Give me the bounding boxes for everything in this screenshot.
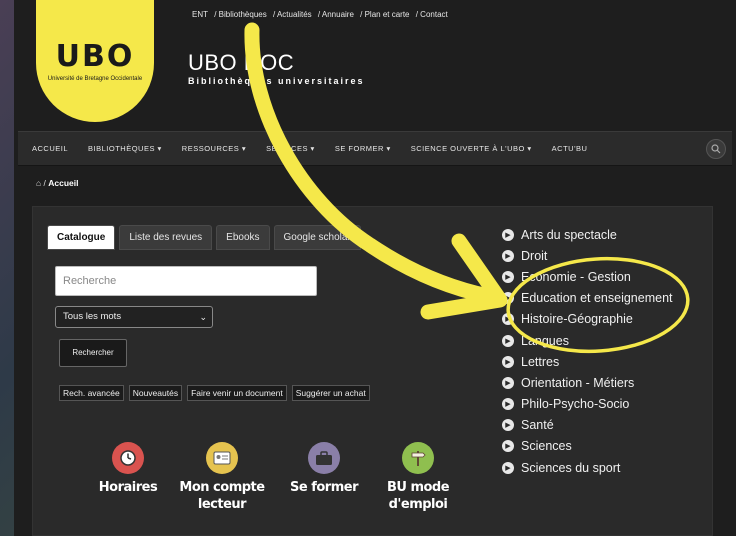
search-tabs: Catalogue Liste des revues Ebooks Google…	[47, 225, 365, 250]
nav-science-ouverte[interactable]: SCIENCE OUVERTE À L'UBO ▾	[411, 144, 532, 153]
home-icon[interactable]: ⌂	[36, 178, 41, 188]
top-link-actualites[interactable]: / Actualités	[273, 10, 312, 19]
top-link-contact[interactable]: / Contact	[416, 10, 448, 19]
clock-icon	[112, 442, 144, 474]
play-icon: ▶	[502, 461, 514, 474]
logo-mark: UBO	[55, 39, 135, 74]
play-icon: ▶	[502, 419, 514, 432]
discipline-label: Histoire-Géographie	[521, 312, 633, 327]
discipline-label: Sciences du sport	[521, 460, 621, 475]
play-icon: ▶	[502, 440, 514, 453]
list-item[interactable]: ▶ Sciences du sport	[502, 457, 673, 478]
nav-se-former[interactable]: SE FORMER ▾	[335, 144, 391, 153]
list-item[interactable]: ▶ Economie - Gestion	[502, 266, 673, 287]
top-link-annuaire[interactable]: / Annuaire	[318, 10, 354, 19]
list-item[interactable]: ▶ Santé	[502, 415, 673, 436]
main-navbar: ACCUEIL BIBLIOTHÈQUES ▾ RESSOURCES ▾ SER…	[18, 131, 732, 166]
discipline-label: Droit	[521, 248, 548, 263]
nav-ressources[interactable]: RESSOURCES ▾	[182, 144, 246, 153]
list-item[interactable]: ▶ Sciences	[502, 436, 673, 457]
service-mode-emploi[interactable]: BU mode d'emploi	[373, 442, 463, 513]
search-mode-value: Tous les mots	[63, 311, 122, 322]
discipline-label: Langues	[521, 333, 569, 348]
service-se-former[interactable]: Se former	[279, 442, 369, 496]
discipline-label: Santé	[521, 418, 554, 433]
search-icon[interactable]	[706, 139, 726, 159]
nav-accueil[interactable]: ACCUEIL	[32, 144, 68, 153]
search-button[interactable]: Rechercher	[59, 339, 127, 367]
tab-google-scholar[interactable]: Google scholar	[273, 225, 361, 250]
nav-bibliotheques[interactable]: BIBLIOTHÈQUES ▾	[88, 144, 162, 153]
top-links: ENT / Bibliothèques / Actualités / Annua…	[192, 10, 452, 19]
breadcrumb: ⌂ / Accueil	[36, 178, 79, 188]
list-item[interactable]: ▶ Droit	[502, 245, 673, 266]
tab-ebooks[interactable]: Ebooks	[216, 225, 270, 250]
chevron-down-icon: ⌄	[199, 312, 207, 322]
nav-actubu[interactable]: ACTU'BU	[552, 144, 588, 153]
breadcrumb-separator: /	[43, 178, 46, 188]
service-label: BU mode d'emploi	[386, 480, 450, 512]
play-icon: ▶	[502, 334, 514, 347]
signpost-icon	[402, 442, 434, 474]
id-card-icon	[206, 442, 238, 474]
top-link-plan[interactable]: / Plan et carte	[360, 10, 409, 19]
play-icon: ▶	[502, 398, 514, 411]
service-compte-lecteur[interactable]: Mon compte lecteur	[177, 442, 267, 513]
discipline-label: Lettres	[521, 354, 560, 369]
list-item[interactable]: ▶ Langues	[502, 330, 673, 351]
list-item[interactable]: ▶ Education et enseignement	[502, 288, 673, 309]
logo-subtitle: Université de Bretagne Occidentale	[47, 76, 143, 82]
top-link-ent[interactable]: ENT	[192, 10, 208, 19]
new-items-button[interactable]: Nouveautés	[128, 385, 183, 401]
search-panel: Catalogue Liste des revues Ebooks Google…	[32, 206, 713, 536]
site-title[interactable]: UBO DOC	[188, 50, 294, 76]
service-label: Se former	[290, 480, 358, 495]
play-icon: ▶	[502, 355, 514, 368]
ubo-logo[interactable]: UBO Université de Bretagne Occidentale	[36, 0, 154, 122]
tab-revues[interactable]: Liste des revues	[119, 225, 213, 250]
breadcrumb-current: Accueil	[48, 178, 79, 188]
list-item[interactable]: ▶ Orientation - Métiers	[502, 372, 673, 393]
play-icon: ▶	[502, 313, 514, 326]
discipline-label: Arts du spectacle	[521, 227, 617, 242]
play-icon: ▶	[502, 228, 514, 241]
quick-links: Rech. avancée Nouveautés Faire venir un …	[59, 385, 375, 401]
service-label: Mon compte lecteur	[179, 480, 265, 512]
service-label: Horaires	[98, 480, 158, 495]
play-icon: ▶	[502, 270, 514, 283]
page: ENT / Bibliothèques / Actualités / Annua…	[14, 0, 736, 536]
play-icon: ▶	[502, 292, 514, 305]
discipline-label: Orientation - Métiers	[521, 375, 635, 390]
nav-services[interactable]: SERVICES ▾	[266, 144, 315, 153]
discipline-label: Philo-Psycho-Socio	[521, 397, 630, 412]
service-horaires[interactable]: Horaires	[83, 442, 173, 496]
discipline-list: ▶ Arts du spectacle ▶ Droit ▶ Economie - Ge…	[502, 224, 673, 478]
advanced-search-button[interactable]: Rech. avancée	[59, 385, 124, 401]
discipline-label: Sciences	[521, 439, 572, 454]
list-item[interactable]: ▶ Arts du spectacle	[502, 224, 673, 245]
discipline-label: Economie - Gestion	[521, 269, 631, 284]
list-item[interactable]: ▶ Philo-Psycho-Socio	[502, 394, 673, 415]
briefcase-icon	[308, 442, 340, 474]
play-icon: ▶	[502, 249, 514, 262]
list-item[interactable]: ▶ Lettres	[502, 351, 673, 372]
tab-catalogue[interactable]: Catalogue	[47, 225, 116, 250]
play-icon: ▶	[502, 376, 514, 389]
site-subtitle: Bibliothèques universitaires	[188, 76, 365, 86]
discipline-label: Education et enseignement	[521, 291, 673, 306]
search-mode-select[interactable]: Tous les mots ⌄	[55, 306, 213, 328]
search-input[interactable]: Recherche	[55, 266, 317, 296]
services-shortcuts: Horaires Mon compte lecteur Se former BU…	[83, 442, 450, 522]
request-document-button[interactable]: Faire venir un document	[187, 385, 287, 401]
list-item[interactable]: ▶ Histoire-Géographie	[502, 309, 673, 330]
suggest-purchase-button[interactable]: Suggérer un achat	[291, 385, 370, 401]
top-link-bibliotheques[interactable]: / Bibliothèques	[214, 10, 266, 19]
